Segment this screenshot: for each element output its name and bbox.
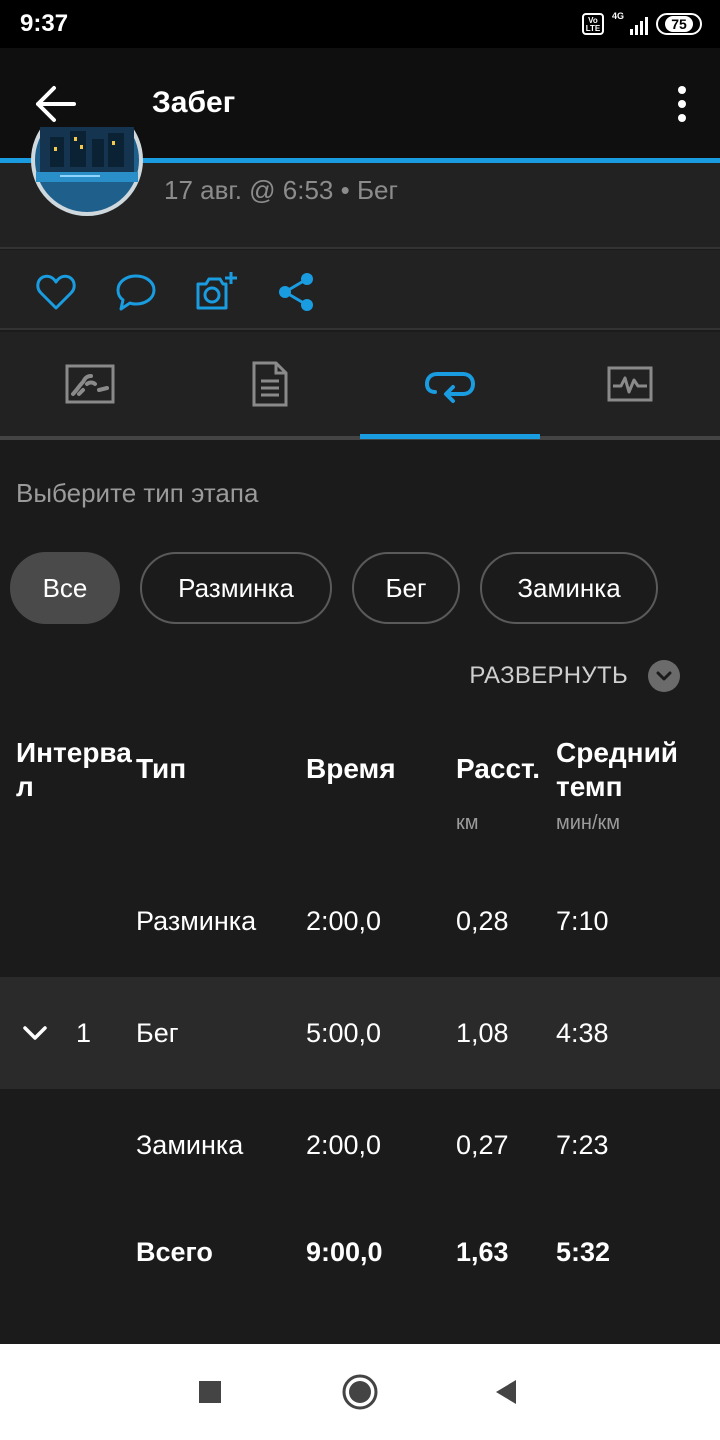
chip-run[interactable]: Бег [352, 552, 460, 624]
share-icon[interactable] [274, 270, 318, 314]
row-distance: 0,28 [456, 905, 509, 936]
row-time: 5:00,0 [306, 1017, 382, 1048]
tab-indicator [360, 434, 540, 439]
status-icons: Vo LTE 4G 75 [582, 11, 702, 36]
chip-warmup[interactable]: Разминка [140, 552, 332, 624]
total-time: 9:00,0 [306, 1236, 383, 1267]
total-pace: 5:32 [556, 1236, 611, 1267]
network-type: 4G [612, 11, 625, 21]
total-label: Всего [136, 1236, 213, 1267]
chart-icon [607, 366, 653, 402]
row-type: Разминка [136, 905, 257, 936]
battery-level: 75 [665, 16, 693, 32]
tab-map[interactable] [0, 332, 180, 436]
table-row[interactable]: 1 Бег 5:00,0 1,08 4:38 [0, 977, 720, 1089]
total-row: Всего 9:00,0 1,63 5:32 [0, 1196, 720, 1308]
back-icon[interactable] [486, 1370, 530, 1414]
map-icon [65, 364, 115, 404]
row-time: 2:00,0 [306, 905, 382, 936]
distance-unit: км [456, 812, 479, 834]
chip-cooldown[interactable]: Заминка [480, 552, 658, 624]
expand-button[interactable]: РАЗВЕРНУТЬ [469, 656, 680, 696]
action-row [0, 250, 720, 330]
page-title: Забег [152, 86, 236, 119]
tab-laps[interactable] [360, 332, 540, 436]
chevron-down-icon[interactable] [22, 977, 48, 1089]
row-interval: 1 [76, 1017, 92, 1048]
tab-bar [0, 332, 720, 440]
row-type: Бег [136, 1017, 179, 1048]
comment-icon[interactable] [114, 270, 158, 314]
back-arrow-icon[interactable] [30, 82, 82, 126]
activity-header: 17 авг. @ 6:53 • Бег [0, 127, 720, 249]
row-distance: 0,27 [456, 1129, 509, 1160]
header-distance: Расст. [456, 753, 541, 784]
laps-icon [425, 372, 475, 403]
total-distance: 1,63 [456, 1236, 509, 1267]
row-pace: 7:23 [556, 1129, 609, 1160]
signal-icon: 4G [612, 11, 648, 35]
like-heart-icon[interactable] [34, 270, 78, 314]
recents-icon[interactable] [188, 1370, 232, 1414]
chip-all[interactable]: Все [10, 552, 120, 624]
home-icon[interactable] [338, 1370, 382, 1414]
chevron-down-icon [648, 660, 680, 692]
header-pace: Средний темп [556, 737, 679, 802]
header-interval: Интерва л [16, 737, 132, 802]
status-time: 9:37 [20, 10, 69, 37]
add-photo-icon[interactable] [194, 270, 238, 314]
table-row[interactable]: Заминка 2:00,0 0,27 7:23 [0, 1089, 720, 1201]
filter-title: Выберите тип этапа [16, 478, 259, 508]
header-type: Тип [136, 753, 187, 784]
activity-meta: 17 авг. @ 6:53 • Бег [164, 175, 398, 205]
system-nav-bar [0, 1344, 720, 1440]
row-distance: 1,08 [456, 1017, 509, 1048]
tab-details[interactable] [180, 332, 360, 436]
header-time: Время [306, 753, 396, 784]
more-options-icon[interactable] [670, 84, 694, 124]
document-icon [252, 361, 288, 407]
row-pace: 7:10 [556, 905, 609, 936]
tab-charts[interactable] [540, 332, 720, 436]
row-time: 2:00,0 [306, 1129, 382, 1160]
status-bar: 9:37 Vo LTE 4G 75 [0, 0, 720, 48]
volte-icon: Vo LTE [582, 13, 604, 35]
row-type: Заминка [136, 1129, 244, 1160]
expand-label: РАЗВЕРНУТЬ [469, 662, 628, 689]
avatar[interactable] [30, 127, 144, 217]
battery-icon: 75 [656, 13, 702, 35]
pace-unit: мин/км [556, 812, 621, 834]
row-pace: 4:38 [556, 1017, 609, 1048]
table-row[interactable]: Разминка 2:00,0 0,28 7:10 [0, 865, 720, 977]
